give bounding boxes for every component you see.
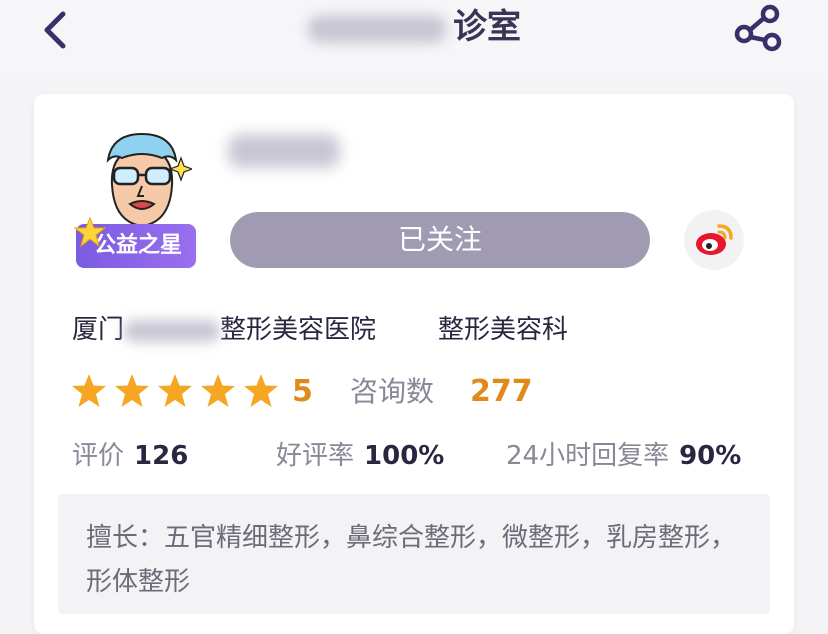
department: 整形美容科 bbox=[438, 315, 569, 345]
blurred-hospital-name bbox=[124, 319, 221, 342]
follow-button[interactable]: 已关注 bbox=[230, 212, 650, 268]
page-title-suffix: 诊室 bbox=[453, 7, 521, 47]
review-stat: 评价 126 bbox=[72, 438, 188, 474]
star-icon bbox=[158, 374, 192, 407]
star-icon bbox=[72, 374, 106, 407]
weibo-icon bbox=[696, 224, 733, 255]
rating-stars bbox=[70, 372, 280, 410]
star-icon bbox=[244, 374, 278, 407]
page-title: 诊室 bbox=[0, 4, 828, 50]
weibo-button[interactable] bbox=[684, 210, 744, 270]
consult-count-value: 277 bbox=[470, 374, 533, 409]
reply-rate-stat: 24小时回复率 90% bbox=[506, 438, 741, 474]
blurred-doctor-name bbox=[228, 134, 340, 168]
avatar bbox=[92, 130, 194, 230]
top-navigation-bar: 诊室 bbox=[0, 0, 828, 78]
hospital-name: 厦门 整形美容医院 bbox=[72, 312, 376, 348]
hospital-prefix: 厦门 bbox=[72, 315, 125, 345]
rating-score: 5 bbox=[292, 374, 313, 409]
consult-count-label: 咨询数 bbox=[350, 375, 435, 408]
review-count: 126 bbox=[134, 441, 189, 471]
good-rate-label: 好评率 bbox=[276, 441, 355, 471]
reply-rate-value: 90% bbox=[679, 441, 742, 471]
reply-rate-label: 24小时回复率 bbox=[506, 441, 670, 471]
good-rate-stat: 好评率 100% bbox=[276, 438, 444, 474]
review-label: 评价 bbox=[72, 441, 125, 471]
star-icon bbox=[74, 216, 106, 248]
hospital-suffix: 整形美容医院 bbox=[220, 315, 377, 345]
blurred-doctor-name bbox=[307, 14, 447, 43]
star-icon bbox=[201, 374, 235, 407]
good-rate-value: 100% bbox=[364, 441, 445, 471]
star-icon bbox=[115, 374, 149, 407]
specialty-text: 擅长：五官精细整形，鼻综合整形，微整形，乳房整形，形体整形 bbox=[86, 523, 737, 597]
share-icon bbox=[734, 4, 782, 52]
share-button[interactable] bbox=[730, 2, 790, 54]
